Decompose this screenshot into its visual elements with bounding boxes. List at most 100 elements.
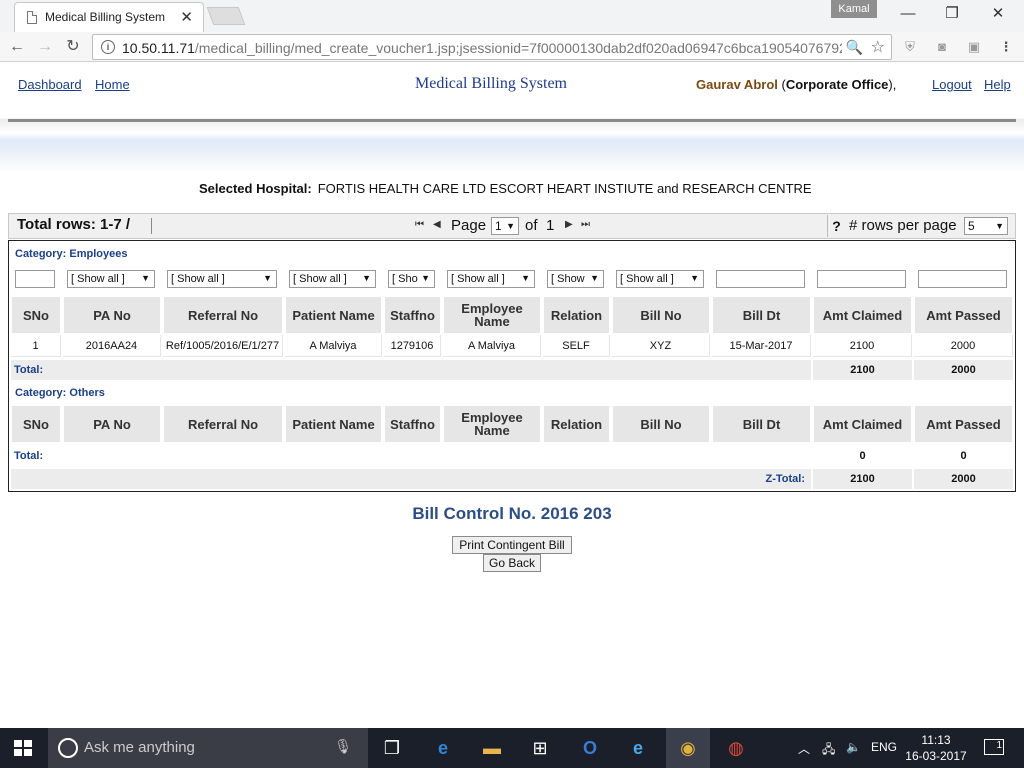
pager-help-icon[interactable]: ? <box>827 215 845 237</box>
selected-hospital-label: Selected Hospital: <box>199 181 312 196</box>
forward-icon[interactable]: → <box>34 36 56 58</box>
next-page-icon[interactable]: ▶ <box>565 219 573 230</box>
new-tab-button[interactable] <box>206 7 246 25</box>
table-cell: XYZ <box>612 335 710 357</box>
col-bill-dt-header[interactable]: Bill Dt <box>712 296 811 334</box>
filter-select[interactable]: [ Show all ] <box>167 270 277 288</box>
logout-link[interactable]: Logout <box>932 77 972 92</box>
col-bill-no-header[interactable]: Bill No <box>612 405 710 443</box>
close-window-button[interactable]: ✕ <box>984 4 1012 24</box>
col-pa-no-header[interactable]: PA No <box>63 405 161 443</box>
tab-close-icon[interactable]: ✕ <box>180 8 193 26</box>
app-icon[interactable]: ◍ <box>724 736 748 760</box>
filter-input[interactable] <box>918 270 1007 288</box>
dashboard-link[interactable]: Dashboard <box>18 77 82 92</box>
category-name: Others <box>69 387 105 399</box>
filter-input[interactable] <box>15 270 55 288</box>
filter-select[interactable]: [ Show all ] <box>67 270 155 288</box>
table-cell: 1279106 <box>384 335 441 357</box>
cortana-icon[interactable] <box>58 738 78 758</box>
camera-extension-icon[interactable]: ◙ <box>934 39 950 55</box>
col-bill-no-header[interactable]: Bill No <box>612 296 710 334</box>
site-info-icon[interactable]: i <box>101 40 115 54</box>
col-staffno-header[interactable]: Staffno <box>384 405 441 443</box>
col-bill-dt-header[interactable]: Bill Dt <box>712 405 811 443</box>
col-amt-passed-header[interactable]: Amt Passed <box>914 296 1013 334</box>
language-indicator[interactable]: ENG <box>871 740 897 754</box>
page-select[interactable]: 1 <box>491 217 519 235</box>
col-referral-no-header[interactable]: Referral No <box>163 405 283 443</box>
filter-select[interactable]: [ Show all ] <box>289 270 376 288</box>
outlook-icon[interactable]: O <box>578 736 602 760</box>
go-back-button[interactable]: Go Back <box>483 554 541 572</box>
table-cell: 15-Mar-2017 <box>712 335 811 357</box>
reload-icon[interactable]: ↻ <box>62 36 84 58</box>
rows-per-page-select[interactable]: 5 <box>964 217 1008 235</box>
others-total-claimed: 0 <box>859 450 866 462</box>
col-amt-claimed-header[interactable]: Amt Claimed <box>813 405 912 443</box>
col-relation-header[interactable]: Relation <box>543 296 610 334</box>
col-patient-name-header[interactable]: Patient Name <box>285 296 382 334</box>
microphone-icon[interactable]: 🎙 <box>334 738 352 755</box>
col-pa-no-header[interactable]: PA No <box>63 296 161 334</box>
browser-tab[interactable]: Medical Billing System ✕ <box>14 2 204 32</box>
first-page-icon[interactable]: ⏮ <box>415 219 424 230</box>
notifications-icon[interactable]: 1 <box>984 739 1004 755</box>
back-icon[interactable]: ← <box>6 36 28 58</box>
profile-badge[interactable]: Kamal <box>831 0 877 18</box>
filter-input[interactable] <box>817 270 906 288</box>
col-amt-passed-header[interactable]: Amt Passed <box>914 405 1013 443</box>
shield-extension-icon[interactable]: ⛨ <box>902 39 918 55</box>
app-title: Medical Billing System <box>415 75 567 92</box>
table-cell: SELF <box>543 335 610 357</box>
address-bar[interactable]: i 10.50.11.71/medical_billing/med_create… <box>92 34 892 60</box>
home-link[interactable]: Home <box>95 77 130 92</box>
taskbar-search[interactable]: Ask me anything 🎙 <box>48 728 368 768</box>
task-view-icon[interactable]: ❐ <box>380 736 404 760</box>
system-clock[interactable]: 11:13 16-03-2017 <box>900 732 972 764</box>
tray-expand-icon[interactable]: ︿ <box>798 740 810 757</box>
col-referral-no-header[interactable]: Referral No <box>163 296 283 334</box>
tab-title: Medical Billing System <box>45 10 166 24</box>
windows-start-icon[interactable] <box>14 740 32 757</box>
chrome-icon[interactable]: ◉ <box>676 736 700 760</box>
menu-icon[interactable]: ⋮ <box>998 39 1014 55</box>
filter-input[interactable] <box>716 270 805 288</box>
bookmark-star-icon[interactable]: ☆ <box>871 37 885 57</box>
employees-total-label: Total: <box>11 360 811 380</box>
minimize-button[interactable]: — <box>894 4 922 24</box>
browser-titlebar: Medical Billing System ✕ Kamal — ❐ ✕ <box>0 0 1024 32</box>
filter-select[interactable]: [ Sho <box>388 270 435 288</box>
col-employee-name-header[interactable]: Employee Name <box>443 405 541 443</box>
col-sno-header[interactable]: SNo <box>11 405 61 443</box>
network-icon[interactable]: 🖧 <box>822 740 835 761</box>
last-page-icon[interactable]: ⏭ <box>581 219 590 230</box>
total-pages: 1 <box>546 217 555 234</box>
maximize-button[interactable]: ❐ <box>938 4 966 24</box>
others-total-label: Total: <box>11 446 811 466</box>
prev-page-icon[interactable]: ◀ <box>433 219 441 230</box>
user-office: Corporate Office <box>785 77 889 92</box>
filter-select[interactable]: [ Show all ] <box>447 270 535 288</box>
bill-control-number: Bill Control No. 2016 203 <box>412 504 612 523</box>
print-contingent-bill-button[interactable]: Print Contingent Bill <box>452 536 572 554</box>
col-patient-name-header[interactable]: Patient Name <box>285 405 382 443</box>
url-text[interactable]: 10.50.11.71/medical_billing/med_create_v… <box>122 40 842 56</box>
help-link[interactable]: Help <box>984 77 1011 92</box>
filter-select[interactable]: [ Show all ] <box>616 270 704 288</box>
col-sno-header[interactable]: SNo <box>11 296 61 334</box>
col-relation-header[interactable]: Relation <box>543 405 610 443</box>
store-icon[interactable]: ⊞ <box>528 736 552 760</box>
selected-hospital-name: FORTIS HEALTH CARE LTD ESCORT HEART INST… <box>317 181 812 196</box>
table-cell: 2016AA24 <box>63 335 161 357</box>
col-employee-name-header[interactable]: Employee Name <box>443 296 541 334</box>
col-staffno-header[interactable]: Staffno <box>384 296 441 334</box>
zoom-icon[interactable]: 🔍 <box>846 39 863 56</box>
image-extension-icon[interactable]: ▣ <box>966 39 982 55</box>
file-explorer-icon[interactable]: ▬ <box>480 736 504 760</box>
edge-icon[interactable]: e <box>431 736 455 760</box>
internet-explorer-icon[interactable]: e <box>626 736 650 760</box>
col-amt-claimed-header[interactable]: Amt Claimed <box>813 296 912 334</box>
volume-icon[interactable]: 🔈 <box>846 740 861 754</box>
filter-select[interactable]: [ Show <box>547 270 604 288</box>
